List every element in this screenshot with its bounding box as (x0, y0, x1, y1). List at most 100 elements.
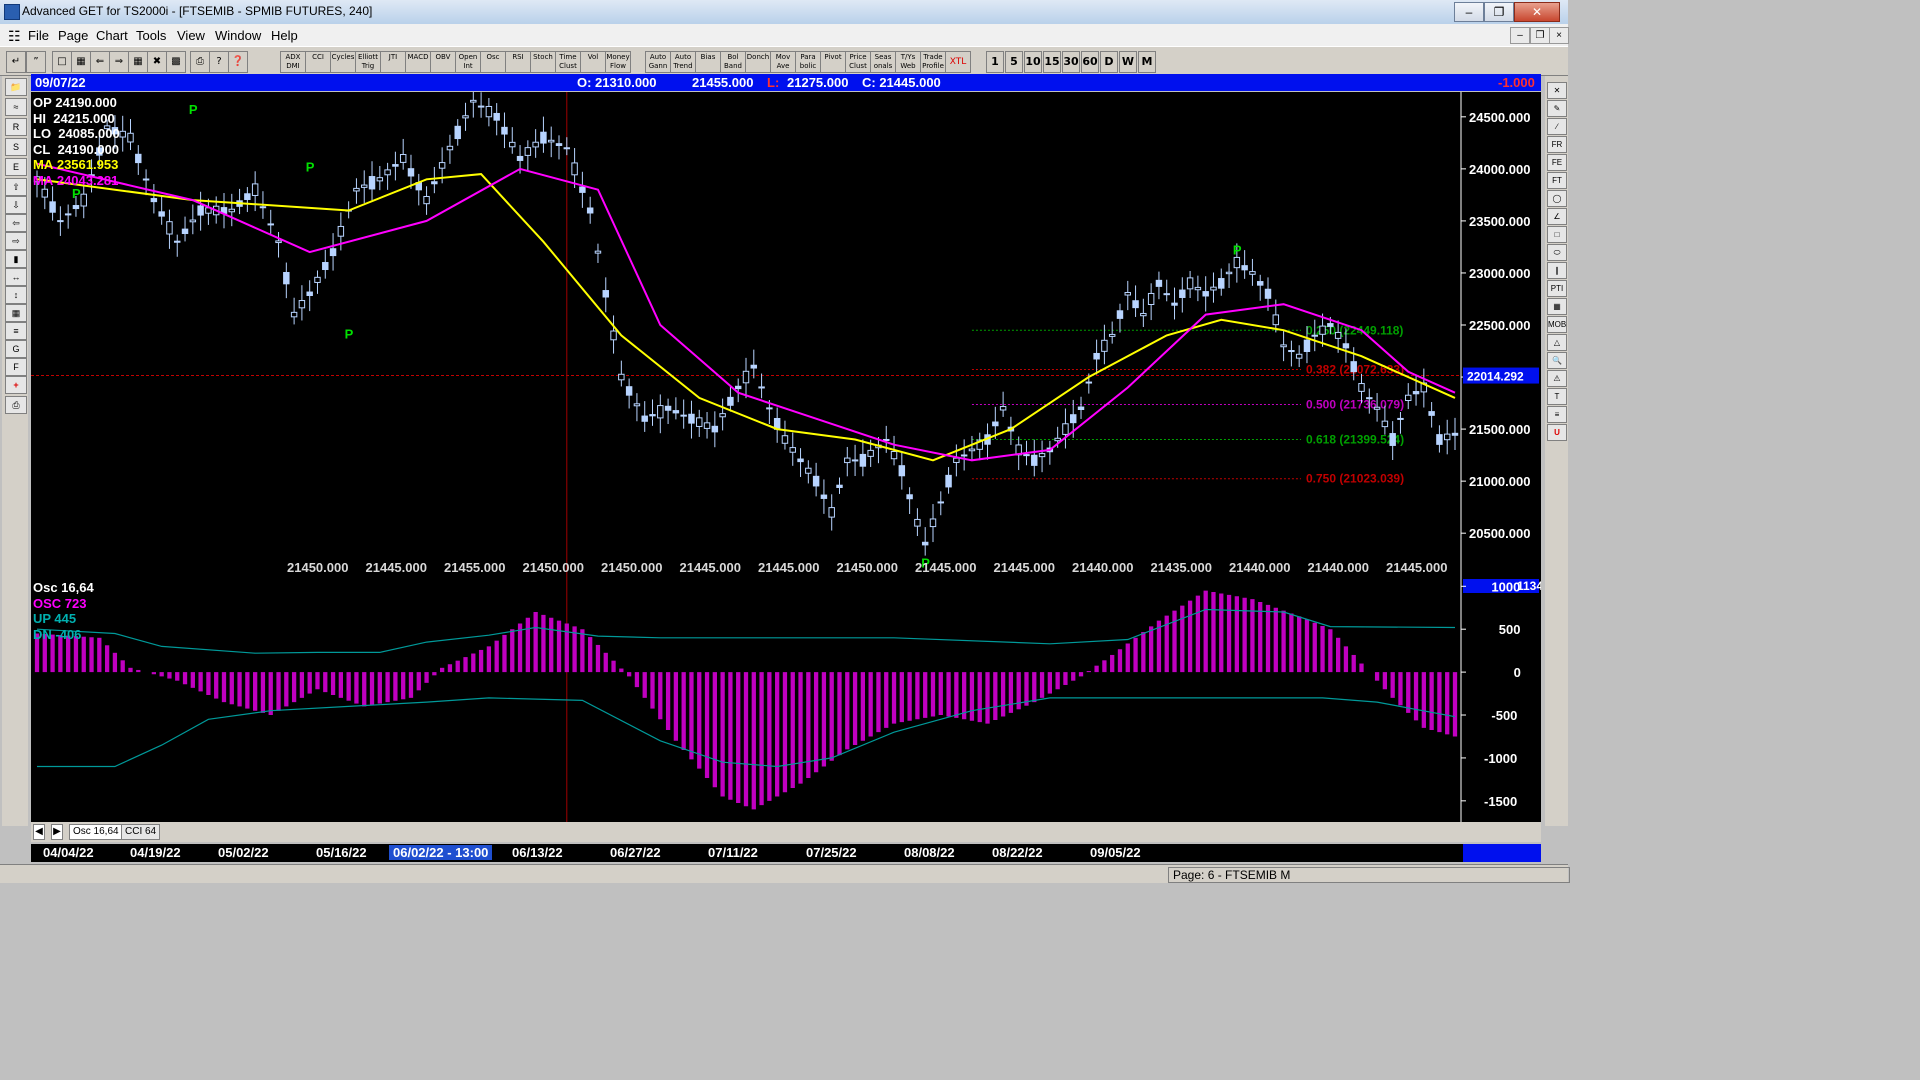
ind-cci[interactable]: CCI (305, 51, 331, 73)
ind-trade-profile[interactable]: Trade Profile (920, 51, 946, 73)
timeframe-30[interactable]: 30 (1062, 51, 1080, 73)
menu-view[interactable]: View (177, 28, 205, 43)
ind-macd[interactable]: MACD (405, 51, 431, 73)
table-icon[interactable]: ▦ (5, 304, 27, 322)
gann-icon[interactable]: G (5, 340, 27, 358)
grid-tool-icon[interactable]: ▦ (1547, 298, 1567, 315)
print-icon[interactable]: ⎙ (190, 51, 210, 73)
menu-chart[interactable]: Chart (96, 28, 128, 43)
ind-jti[interactable]: JTI (380, 51, 406, 73)
arrow-down-icon[interactable]: ⇩ (5, 196, 27, 214)
ind-money-flow[interactable]: Money Flow (605, 51, 631, 73)
ind-vol[interactable]: Vol (580, 51, 606, 73)
document-icon[interactable]: ☷ (8, 28, 21, 45)
crosshair-icon[interactable]: + (5, 376, 27, 394)
quote-icon[interactable]: ” (26, 51, 46, 73)
ind-pivot[interactable]: Pivot (820, 51, 846, 73)
fib-icon[interactable]: F (5, 358, 27, 376)
arrow-up-icon[interactable]: ⇧ (5, 178, 27, 196)
elliott-icon[interactable]: E (5, 158, 27, 176)
ellipse-icon[interactable]: ⬭ (1547, 244, 1567, 261)
forward-icon[interactable]: ⇒ (109, 51, 129, 73)
ind-tys-web[interactable]: T/Ys Web (895, 51, 921, 73)
tab-scroll-left-icon[interactable]: ◀ (33, 824, 45, 840)
print-chart-icon[interactable]: ⎙ (5, 396, 27, 414)
arrow-right-icon[interactable]: ⇨ (5, 232, 27, 250)
bars-icon[interactable]: ▮ (5, 250, 27, 268)
timeframe-w[interactable]: W (1119, 51, 1137, 73)
mdi-restore-button[interactable]: ❐ (1530, 27, 1550, 44)
ind-bol-band[interactable]: Bol Band (720, 51, 746, 73)
timeframe-1[interactable]: 1 (986, 51, 1004, 73)
lines-icon[interactable]: ≡ (5, 322, 27, 340)
timeframe-5[interactable]: 5 (1005, 51, 1023, 73)
ind-parabolic[interactable]: Para bolic (795, 51, 821, 73)
menu-window[interactable]: Window (215, 28, 261, 43)
text-tool-icon[interactable]: T (1547, 388, 1567, 405)
minimize-button[interactable]: – (1454, 2, 1484, 22)
triangle-icon[interactable]: △ (1547, 334, 1567, 351)
expand-vertical-icon[interactable]: ↕ (5, 286, 27, 304)
elliott-wave-icon[interactable]: ≈ (5, 98, 27, 116)
mdi-minimize-button[interactable]: – (1510, 27, 1530, 44)
undo-icon[interactable]: U (1547, 424, 1567, 441)
ind-price-clust[interactable]: Price Clust (845, 51, 871, 73)
timeframe-15[interactable]: 15 (1043, 51, 1061, 73)
timeframe-m[interactable]: M (1138, 51, 1156, 73)
ind-bias[interactable]: Bias (695, 51, 721, 73)
ind-adx-dmi[interactable]: ADX DMI (280, 51, 306, 73)
new-page-icon[interactable]: □ (52, 51, 72, 73)
timeframe-d[interactable]: D (1100, 51, 1118, 73)
close-button[interactable]: ✕ (1514, 2, 1560, 22)
back-icon[interactable]: ⇐ (90, 51, 110, 73)
layers-icon[interactable]: ≡ (1547, 406, 1567, 423)
mdi-close-button[interactable]: × (1549, 27, 1569, 44)
open-page-icon[interactable]: ▦ (71, 51, 91, 73)
trendline-icon[interactable]: ∕ (1547, 118, 1567, 135)
tab-osc[interactable]: Osc 16,64 (69, 824, 123, 840)
expand-horizontal-icon[interactable]: ↔ (5, 268, 27, 286)
hint-icon[interactable]: ? (209, 51, 229, 73)
mob-icon[interactable]: MOB (1547, 316, 1567, 333)
maximize-button[interactable]: ❐ (1484, 2, 1514, 22)
ind-cycles[interactable]: Cycles (330, 51, 356, 73)
tab-cci[interactable]: CCI 64 (121, 824, 161, 840)
channel-icon[interactable]: ∥ (1547, 262, 1567, 279)
delete-icon[interactable]: ✕ (1547, 82, 1567, 99)
grid-icon[interactable]: ▦ (128, 51, 148, 73)
ind-auto-trend[interactable]: Auto Trend (670, 51, 696, 73)
ind-xtl[interactable]: XTL (945, 51, 971, 73)
alert-icon[interactable]: ⚠ (1547, 370, 1567, 387)
menu-help[interactable]: Help (271, 28, 298, 43)
menu-page[interactable]: Page (58, 28, 88, 43)
timeframe-10[interactable]: 10 (1024, 51, 1042, 73)
study-icon[interactable]: S (5, 138, 27, 156)
ind-auto-gann[interactable]: Auto Gann (645, 51, 671, 73)
arrow-left-icon[interactable]: ⇦ (5, 214, 27, 232)
reset-icon[interactable]: R (5, 118, 27, 136)
fib-ret-icon[interactable]: FR (1547, 136, 1567, 153)
ind-elliott-trig[interactable]: Elliott Trig (355, 51, 381, 73)
ind-time-clust[interactable]: Time Clust (555, 51, 581, 73)
menu-tools[interactable]: Tools (136, 28, 166, 43)
timeframe-60[interactable]: 60 (1081, 51, 1099, 73)
open-folder-icon[interactable]: 📁 (5, 78, 27, 96)
fib-time-icon[interactable]: FT (1547, 172, 1567, 189)
ind-obv[interactable]: OBV (430, 51, 456, 73)
help-icon[interactable]: ❓ (228, 51, 248, 73)
tab-scroll-right-icon[interactable]: ▶ (51, 824, 63, 840)
ind-mov-ave[interactable]: Mov Ave (770, 51, 796, 73)
fan-icon[interactable]: ∠ (1547, 208, 1567, 225)
ind-stoch[interactable]: Stoch (530, 51, 556, 73)
menu-file[interactable]: File (28, 28, 49, 43)
price-chart-panel[interactable]: 24500.000 24000.000 23500.000 23000.000 2250… (31, 92, 1541, 578)
ind-rsi[interactable]: RSI (505, 51, 531, 73)
fib-ext-icon[interactable]: FE (1547, 154, 1567, 171)
box-icon[interactable]: □ (1547, 226, 1567, 243)
ind-open-int[interactable]: Open Int (455, 51, 481, 73)
price-chart-svg[interactable]: 24500.000 24000.000 23500.000 23000.000 2250… (31, 92, 1541, 578)
pencil-icon[interactable]: ✎ (1547, 100, 1567, 117)
zoom-icon[interactable]: 🔍 (1547, 352, 1567, 369)
pti-icon[interactable]: PTI (1547, 280, 1567, 297)
oscillator-panel[interactable]: 1134 1000 500 0 -500 -1000 -1500 Osc 16,64 OSC… (31, 578, 1541, 822)
